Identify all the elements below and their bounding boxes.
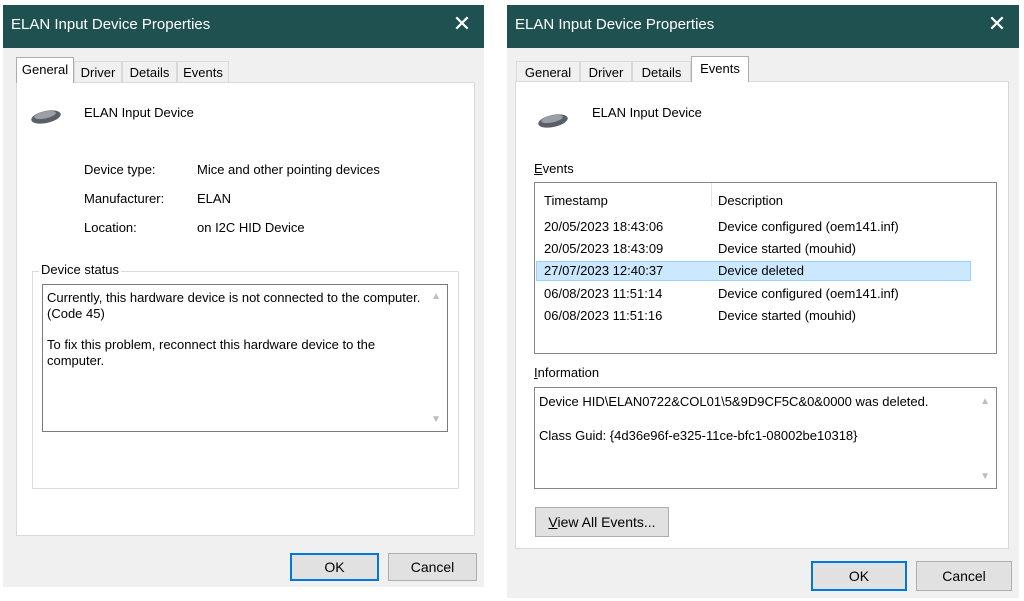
- event-timestamp: 06/08/2023 11:51:14: [544, 286, 663, 301]
- scroll-down-icon[interactable]: ▼: [980, 471, 990, 482]
- event-description: Device configured (oem141.inf): [718, 286, 899, 301]
- cancel-button[interactable]: Cancel: [916, 561, 1012, 591]
- tab-events[interactable]: Events: [177, 61, 229, 83]
- table-row[interactable]: 06/08/2023 11:51:14 Device configured (o…: [536, 284, 971, 304]
- event-timestamp: 20/05/2023 18:43:09: [544, 241, 664, 256]
- device-name: ELAN Input Device: [84, 105, 194, 120]
- tab-driver[interactable]: Driver: [74, 61, 122, 83]
- device-name: ELAN Input Device: [592, 105, 702, 120]
- events-section-label: Events: [534, 161, 574, 176]
- column-divider: [711, 183, 712, 207]
- event-timestamp: 27/07/2023 12:40:37: [544, 263, 664, 278]
- information-section-label: Information: [534, 365, 599, 380]
- tab-events[interactable]: Events: [691, 56, 749, 82]
- column-header-description[interactable]: Description: [718, 193, 783, 208]
- scroll-up-icon[interactable]: ▲: [980, 396, 990, 407]
- status-line-3: To fix this problem, reconnect this hard…: [47, 337, 376, 352]
- information-line-2: Class Guid: {4d36e96f-e325-11ce-bfc1-080…: [539, 428, 858, 443]
- device-status-textbox[interactable]: Currently, this hardware device is not c…: [42, 284, 448, 432]
- close-icon[interactable]: ✕: [450, 11, 474, 37]
- device-type-label: Device type:: [84, 162, 156, 177]
- tab-general-label: General: [21, 62, 69, 77]
- mouse-icon: [31, 110, 61, 124]
- view-all-accel: V: [548, 514, 558, 530]
- ok-button[interactable]: OK: [811, 561, 907, 591]
- table-row-selected[interactable]: 27/07/2023 12:40:37 Device deleted: [536, 261, 971, 281]
- view-all-events-button[interactable]: View All Events...: [535, 507, 669, 537]
- table-row[interactable]: 20/05/2023 18:43:06 Device configured (o…: [536, 217, 971, 237]
- information-label-rest: nformation: [537, 365, 600, 380]
- column-header-timestamp[interactable]: Timestamp: [544, 193, 608, 208]
- manufacturer-label: Manufacturer:: [84, 191, 165, 206]
- status-line-1: Currently, this hardware device is not c…: [47, 290, 421, 305]
- status-line-2: (Code 45): [47, 306, 105, 321]
- tab-general[interactable]: General: [516, 61, 580, 83]
- table-row[interactable]: 20/05/2023 18:43:09 Device started (mouh…: [536, 239, 971, 259]
- events-accel: E: [534, 161, 543, 176]
- tab-driver-label: Driver: [80, 65, 116, 80]
- tab-events-label: Events: [183, 65, 223, 80]
- general-tab-panel: ELAN Input Device Device type: Mice and …: [16, 82, 475, 536]
- left-window-title: ELAN Input Device Properties: [11, 16, 211, 33]
- left-title-bar[interactable]: ELAN Input Device Properties ✕: [3, 5, 484, 48]
- table-row[interactable]: 06/08/2023 11:51:16 Device started (mouh…: [536, 306, 971, 326]
- tab-general[interactable]: General: [16, 57, 74, 83]
- event-timestamp: 20/05/2023 18:43:06: [544, 219, 664, 234]
- tab-driver-label: Driver: [588, 65, 624, 80]
- ok-button[interactable]: OK: [290, 553, 379, 581]
- tab-driver[interactable]: Driver: [580, 61, 632, 83]
- right-window-title: ELAN Input Device Properties: [515, 16, 715, 33]
- scroll-up-icon[interactable]: ▲: [431, 291, 441, 302]
- device-status-label: Device status: [39, 262, 122, 277]
- mouse-icon: [538, 114, 568, 128]
- close-icon[interactable]: ✕: [985, 11, 1009, 37]
- cancel-button[interactable]: Cancel: [388, 553, 477, 581]
- events-list[interactable]: Timestamp Description 20/05/2023 18:43:0…: [534, 182, 997, 354]
- location-value: on I2C HID Device: [197, 220, 305, 235]
- location-label: Location:: [84, 220, 137, 235]
- tab-general-label: General: [524, 65, 572, 80]
- tab-details[interactable]: Details: [632, 61, 691, 83]
- event-description: Device started (mouhid): [718, 241, 856, 256]
- event-description: Device configured (oem141.inf): [718, 219, 899, 234]
- scroll-down-icon[interactable]: ▼: [431, 414, 441, 425]
- information-textbox[interactable]: Device HID\ELAN0722&COL01\5&9D9CF5C&0&00…: [534, 387, 997, 489]
- cancel-button-label: Cancel: [410, 559, 455, 575]
- left-properties-window: ELAN Input Device Properties ✕ General D…: [3, 5, 484, 587]
- tab-events-label: Events: [700, 61, 740, 76]
- event-description: Device deleted: [718, 263, 804, 278]
- cancel-button-label: Cancel: [942, 568, 986, 584]
- events-tab-panel: ELAN Input Device Events Timestamp Descr…: [515, 81, 1009, 549]
- event-description: Device started (mouhid): [718, 308, 856, 323]
- tab-details[interactable]: Details: [122, 61, 177, 83]
- ok-button-label: OK: [324, 559, 345, 575]
- device-type-value: Mice and other pointing devices: [197, 162, 380, 177]
- information-line-1: Device HID\ELAN0722&COL01\5&9D9CF5C&0&00…: [539, 394, 929, 409]
- view-all-label-rest: iew All Events...: [557, 514, 656, 530]
- right-title-bar[interactable]: ELAN Input Device Properties ✕: [507, 5, 1019, 48]
- tab-details-label: Details: [129, 65, 170, 80]
- right-properties-window: ELAN Input Device Properties ✕ General D…: [507, 5, 1019, 598]
- events-label-rest: vents: [542, 161, 574, 176]
- status-line-4: computer.: [47, 353, 105, 368]
- event-timestamp: 06/08/2023 11:51:16: [544, 308, 663, 323]
- ok-button-label: OK: [848, 568, 870, 584]
- manufacturer-value: ELAN: [197, 191, 231, 206]
- tab-details-label: Details: [641, 65, 682, 80]
